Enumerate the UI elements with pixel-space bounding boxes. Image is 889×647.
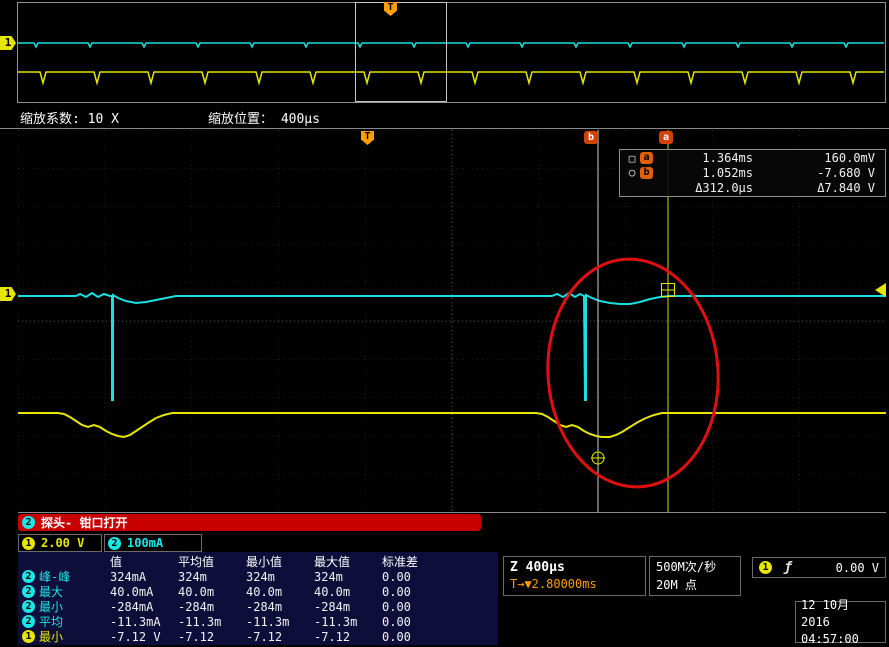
- cursor-b-value: -7.680 V: [817, 165, 875, 180]
- cursor-b-time: 1.052ms: [702, 165, 753, 180]
- measurement-stddev: 0.00: [382, 599, 411, 614]
- measurement-max: -11.3m: [314, 614, 358, 629]
- measurement-mean: -11.3m: [178, 614, 222, 629]
- cursor-a-time: 1.364ms: [702, 151, 753, 166]
- cursor-a-flag[interactable]: a: [659, 131, 673, 144]
- measurement-value: -7.12 V: [110, 629, 161, 644]
- measurement-value: 40.0mA: [110, 584, 154, 599]
- ch2-badge: 2: [22, 570, 35, 583]
- cursor-delta-row: Δ312.0µs Δ7.840 V: [620, 181, 885, 195]
- measurements-table: 值 平均值 最小值 最大值 标准差 2 峰-峰 324mA 324m 324m 3…: [18, 552, 498, 645]
- measurement-mean: -7.12: [178, 629, 215, 644]
- measurement-value: -284mA: [110, 599, 154, 614]
- zoom-window[interactable]: [355, 2, 447, 102]
- ch1-ground-marker-icon[interactable]: 1: [0, 287, 16, 301]
- cursor-b-row: ○ b 1.052ms -7.680 V: [620, 166, 885, 180]
- datetime-box: 12 10月 2016 04:57:00: [795, 598, 886, 646]
- col-header: 平均值: [178, 555, 215, 569]
- measurement-row: 2 最大 40.0mA 40.0m 40.0m 40.0m 0.00: [18, 583, 498, 599]
- measurement-stddev: 0.00: [382, 629, 411, 644]
- zoom-factor-label: 缩放系数: 10 X: [20, 112, 119, 127]
- trigger-status-box: 1 ƒ 0.00 V: [752, 557, 886, 578]
- timebase-zoom-label: Z 400µs: [510, 560, 565, 575]
- overview-ch1-trace: [18, 71, 884, 86]
- probe-alert-banner: 2 探头- 钳口打开: [18, 514, 481, 531]
- measurement-row: 2 平均 -11.3mA -11.3m -11.3m -11.3m 0.00: [18, 613, 498, 629]
- measurement-min: 324m: [246, 569, 275, 584]
- measurement-mean: -284m: [178, 599, 215, 614]
- measurement-max: 40.0m: [314, 584, 351, 599]
- measurement-mean: 324m: [178, 569, 207, 584]
- cursor-delta-value: Δ7.840 V: [817, 180, 875, 195]
- measurement-stddev: 0.00: [382, 584, 411, 599]
- record-length-label: 20M 点: [656, 578, 697, 592]
- trigger-level-arrow-icon[interactable]: [875, 283, 886, 297]
- cursor-a-shape-icon: □: [628, 151, 636, 165]
- ch1-badge: 1: [22, 630, 35, 643]
- ch2-badge: 2: [22, 615, 35, 628]
- measurement-max: 324m: [314, 569, 343, 584]
- date-label: 12 10月 2016: [801, 597, 850, 629]
- timebase-box: Z 400µs T→▼2.80000ms: [503, 556, 646, 596]
- rising-edge-icon: ƒ: [784, 560, 792, 575]
- measurement-min: -284m: [246, 599, 283, 614]
- ch2-scale[interactable]: 2 100mA: [104, 534, 202, 552]
- measurement-max: -284m: [314, 599, 351, 614]
- measurement-max: -7.12: [314, 629, 351, 644]
- cursor-delta-time: Δ312.0µs: [695, 180, 753, 195]
- cursor-b-badge: b: [640, 166, 653, 179]
- overview-waveforms: [18, 42, 884, 86]
- ch2-badge: 2: [22, 516, 35, 529]
- ch2-badge: 2: [22, 585, 35, 598]
- cursor-a-row: □ a 1.364ms 160.0mV: [620, 151, 885, 165]
- col-header: 最大值: [314, 555, 351, 569]
- measurement-min: 40.0m: [246, 584, 283, 599]
- measurements-header-row: 值 平均值 最小值 最大值 标准差: [18, 553, 498, 569]
- measurement-value: -11.3mA: [110, 614, 161, 629]
- cursor-a-badge: a: [640, 152, 653, 165]
- measurement-row: 2 峰-峰 324mA 324m 324m 324m 0.00: [18, 568, 498, 584]
- trigger-source-badge: 1: [759, 561, 772, 574]
- col-header: 标准差: [382, 555, 419, 569]
- measurement-row: 2 最小 -284mA -284m -284m -284m 0.00: [18, 598, 498, 614]
- probe-alert-text: 探头- 钳口打开: [41, 516, 128, 530]
- col-header: 值: [110, 555, 123, 569]
- overview-ch1-marker-icon[interactable]: 1: [0, 36, 16, 50]
- ch1-scale-value: 2.00 V: [41, 536, 85, 550]
- measurement-min: -11.3m: [246, 614, 290, 629]
- measurement-value: 324mA: [110, 569, 147, 584]
- measurement-stddev: 0.00: [382, 569, 411, 584]
- ch1-badge: 1: [22, 536, 35, 550]
- oscilloscope-screen: T 1 缩放系数: 10 X 缩放位置： 400µs T b a 1 □ a 1…: [0, 0, 889, 647]
- cursor-b-flag[interactable]: b: [584, 131, 598, 144]
- zoom-bar: 缩放系数: 10 X 缩放位置： 400µs: [0, 104, 889, 129]
- cursor-readout-panel: □ a 1.364ms 160.0mV ○ b 1.052ms -7.680 V…: [619, 149, 886, 197]
- measurement-stddev: 0.00: [382, 614, 411, 629]
- cursor-a-value: 160.0mV: [824, 151, 875, 166]
- acquisition-box: 500M次/秒 20M 点: [649, 556, 741, 596]
- overview-ch2-trace: [18, 42, 884, 49]
- ch2-badge: 2: [108, 536, 121, 550]
- measurement-row: 1 最小 -7.12 V -7.12 -7.12 -7.12 0.00: [18, 628, 498, 644]
- col-header: 最小值: [246, 555, 283, 569]
- time-label: 04:57:00: [801, 631, 859, 646]
- ch1-scale[interactable]: 1 2.00 V: [18, 534, 102, 552]
- measurement-mean: 40.0m: [178, 584, 215, 599]
- measurement-min: -7.12: [246, 629, 283, 644]
- measurement-name: 最小: [39, 630, 64, 644]
- sample-rate-label: 500M次/秒: [656, 560, 717, 574]
- cursor-b-shape-icon: ○: [628, 166, 636, 180]
- zoom-position-label: 缩放位置： 400µs: [208, 112, 320, 127]
- trigger-delay-label: T→▼2.80000ms: [510, 577, 597, 591]
- ch2-badge: 2: [22, 600, 35, 613]
- trigger-level-value: 0.00 V: [835, 560, 879, 575]
- ch2-scale-value: 100mA: [127, 536, 164, 550]
